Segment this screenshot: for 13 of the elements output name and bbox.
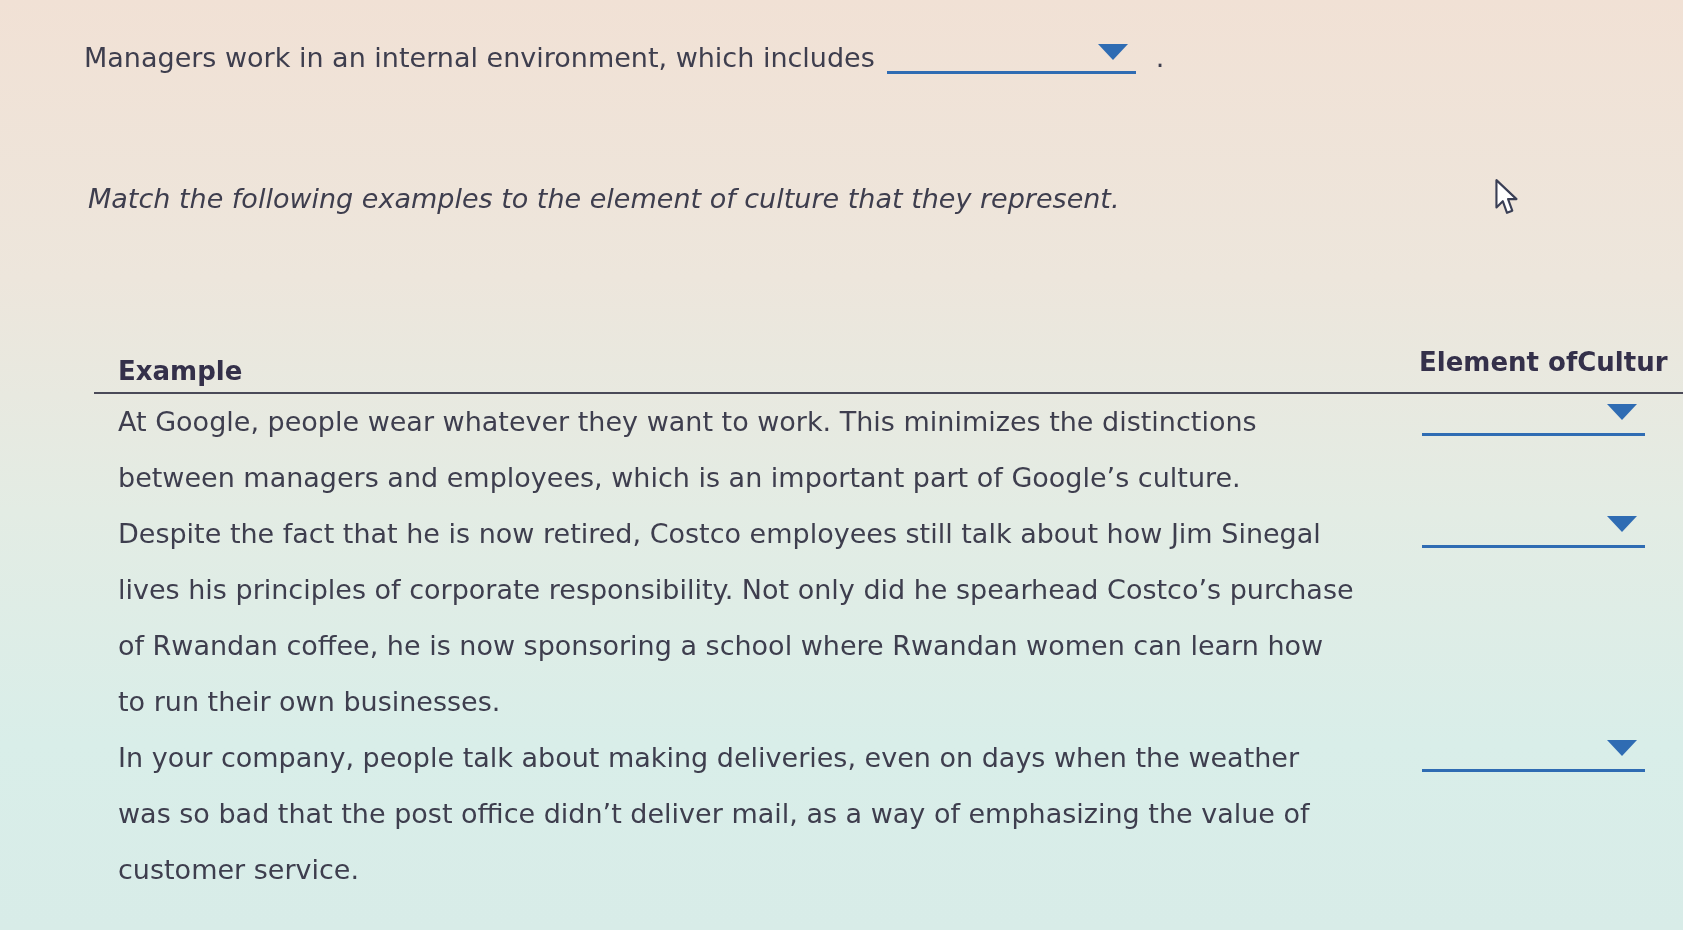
caret-icon — [1607, 516, 1637, 532]
caret-icon — [1607, 404, 1637, 420]
example-text: Despite the fact that he is now retired, Costco employees still talk about how Jim Sinegal lives his principles of corporate responsibility. Not only did he spearhead Costco’s purchase of Rwandan coffee, he is now sponsoring a school where Rwandan women can learn how to run their own businesses. — [118, 517, 1355, 719]
question-text: Managers work in an internal environment, which includes — [84, 41, 875, 75]
caret-icon — [1607, 740, 1637, 756]
example-text: In your company, people talk about making deliveries, even on days when the weather was so bad that the post office didn’t deliver mail, as a way of emphasizing the value of customer service. — [118, 741, 1311, 887]
period-text: . — [1155, 41, 1165, 75]
caret-icon — [1097, 44, 1128, 60]
column-header: Example — [118, 355, 244, 386]
example-text: At Google, people wear whatever they want to work. This minimizes the distinctions between managers and employees, which is an important part of Google’s culture. — [118, 405, 1258, 495]
instruction-text: Match the following examples to the element of culture that they represent. — [88, 182, 1120, 216]
pointer-cursor-icon — [1494, 178, 1520, 216]
column-header: Element ofCultur — [1419, 347, 1668, 377]
